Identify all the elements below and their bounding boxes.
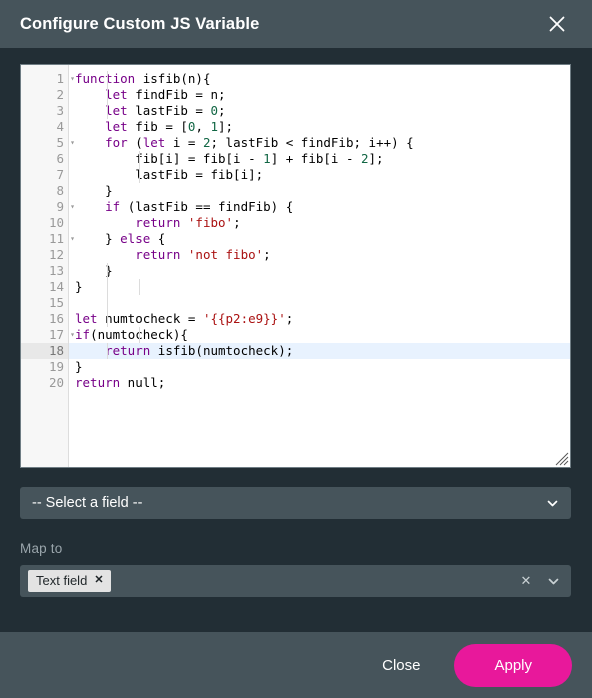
line-number: 8: [56, 183, 64, 198]
line-number: 15: [48, 295, 64, 310]
clear-icon[interactable]: ✕: [517, 572, 535, 590]
map-to-tag-list: Text field ✕: [28, 570, 517, 592]
apply-button[interactable]: Apply: [454, 643, 572, 687]
line-number: 13: [48, 263, 64, 278]
code-line: }: [75, 263, 113, 278]
code-line: lastFib = fib[i];: [75, 167, 264, 182]
code-line: let fib = [0, 1];: [105, 119, 234, 134]
resize-grip-icon[interactable]: [555, 452, 569, 466]
line-number: 6: [56, 151, 64, 166]
line-number: 1 ▾: [21, 71, 74, 87]
line-number-gutter: 1 ▾ 2 3 4 5 ▾ 6 7 8 9 ▾ 10 11 ▾ 12 13 14 15 16 17 ▾ 18 19 20: [21, 65, 75, 467]
dialog-body: 1 ▾ 2 3 4 5 ▾ 6 7 8 9 ▾ 10 11 ▾ 12 13 14 15 16 17 ▾ 18 19 20 fun…: [0, 48, 592, 632]
code-line: for (let i = 2; lastFib < findFib; i++) …: [105, 135, 414, 150]
line-number: 7: [56, 167, 64, 182]
remove-tag-icon[interactable]: ✕: [94, 575, 103, 586]
line-number: 20: [48, 375, 64, 390]
select-a-field-value: -- Select a field --: [32, 495, 143, 511]
code-line: }: [75, 359, 83, 374]
code-line: return isfib(numtocheck);: [69, 343, 570, 359]
code-line: if(numtocheck){: [75, 327, 188, 342]
code-line: let numtocheck = '{{p2:e9}}';: [75, 311, 294, 326]
line-number: 10: [48, 215, 64, 230]
line-number: 19: [48, 359, 64, 374]
dialog-footer: Close Apply: [0, 632, 592, 698]
code-line: return null;: [75, 375, 166, 390]
map-to-tag-label: Text field: [36, 573, 88, 588]
code-line: } else {: [75, 231, 166, 246]
select-a-field-dropdown[interactable]: -- Select a field --: [20, 487, 571, 519]
code-content[interactable]: function isfib(n){ let findFib = n; let …: [69, 65, 570, 467]
line-number: 2: [56, 87, 64, 102]
map-to-multiselect[interactable]: Text field ✕ ✕: [20, 565, 571, 597]
close-button[interactable]: Close: [360, 647, 442, 684]
configure-custom-js-variable-dialog: Configure Custom JS Variable 1 ▾ 2 3 4 5 ▾ 6 7 8 9…: [0, 0, 592, 698]
dialog-titlebar: Configure Custom JS Variable: [0, 0, 592, 48]
code-line: }: [75, 279, 83, 294]
code-editor[interactable]: 1 ▾ 2 3 4 5 ▾ 6 7 8 9 ▾ 10 11 ▾ 12 13 14 15 16 17 ▾ 18 19 20 fun…: [20, 64, 571, 468]
chevron-down-icon[interactable]: [545, 496, 559, 510]
line-number: 3: [56, 103, 64, 118]
code-line: if (lastFib == findFib) {: [105, 199, 294, 214]
chevron-down-icon[interactable]: [545, 573, 561, 589]
close-icon[interactable]: [542, 9, 572, 39]
code-line: function isfib(n){: [75, 71, 211, 86]
code-line: let lastFib = 0;: [105, 103, 226, 118]
line-number: 16: [48, 311, 64, 326]
dialog-title: Configure Custom JS Variable: [20, 14, 260, 33]
code-line: let findFib = n;: [105, 87, 226, 102]
code-line: fib[i] = fib[i - 1] + fib[i - 2];: [75, 151, 384, 166]
line-number: 12: [48, 247, 64, 262]
map-to-label: Map to: [20, 541, 63, 556]
line-number: 4: [56, 119, 64, 134]
line-number: 17 ▾: [21, 327, 75, 343]
line-number: 18: [21, 343, 68, 359]
code-line: }: [75, 183, 113, 198]
line-number: 11 ▾: [21, 231, 75, 247]
code-line: return 'fibo';: [135, 215, 241, 230]
line-number: 9 ▾: [21, 199, 74, 215]
code-line: return 'not fibo';: [135, 247, 271, 262]
line-number: 5 ▾: [21, 135, 74, 151]
code-editor-surface[interactable]: 1 ▾ 2 3 4 5 ▾ 6 7 8 9 ▾ 10 11 ▾ 12 13 14 15 16 17 ▾ 18 19 20 fun…: [21, 65, 570, 467]
map-to-tag[interactable]: Text field ✕: [28, 570, 111, 592]
line-number: 14: [48, 279, 64, 294]
field-select-row: -- Select a field --: [20, 487, 572, 519]
